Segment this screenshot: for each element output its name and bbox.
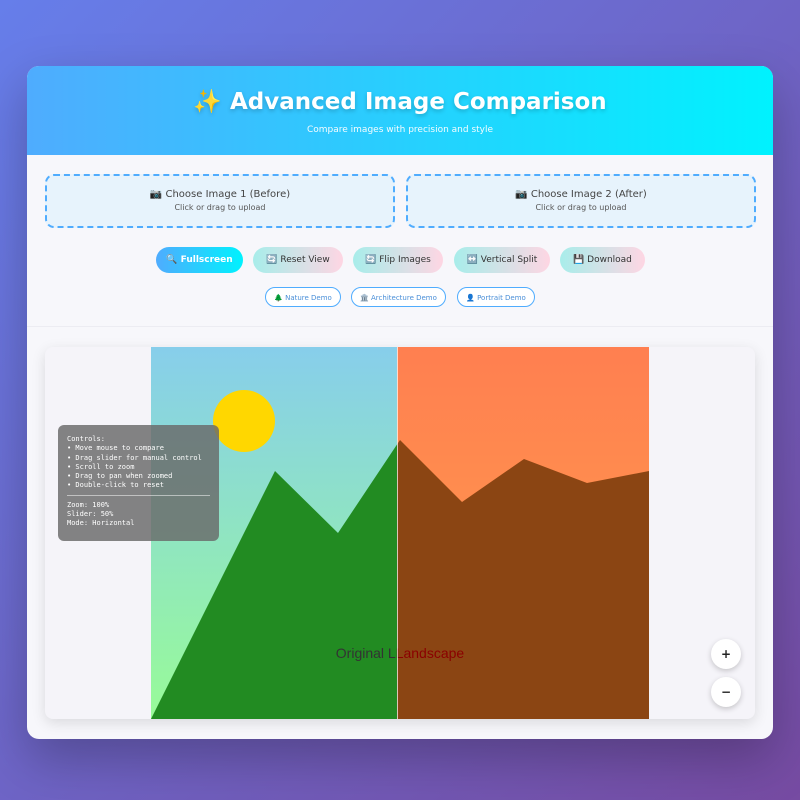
controls-item: • Drag slider for manual control — [67, 453, 202, 462]
controls-item: • Double-click to reset — [67, 481, 164, 490]
upload-image-1-label: 📷 Choose Image 1 (Before) — [149, 189, 291, 200]
upload-image-2-label: 📷 Choose Image 2 (After) — [515, 189, 647, 200]
image-label: Original LLandscape — [151, 645, 649, 661]
slider-status: Slider: 50% — [67, 510, 114, 519]
comparison-image — [151, 347, 649, 719]
upload-image-2[interactable]: 📷 Choose Image 2 (After) Click or drag t… — [406, 174, 756, 228]
app-card: ✨ Advanced Image Comparison Compare imag… — [27, 66, 773, 739]
header: ✨ Advanced Image Comparison Compare imag… — [27, 66, 773, 155]
mode-status: Mode: Horizontal — [67, 519, 135, 528]
portrait-demo-button[interactable]: 👤 Portrait Demo — [457, 287, 535, 307]
upload-image-1-hint: Click or drag to upload — [174, 203, 266, 212]
download-button[interactable]: 💾 Download — [560, 247, 645, 273]
page-title: ✨ Advanced Image Comparison — [193, 89, 607, 115]
controls-divider — [67, 494, 210, 496]
zoom-status: Zoom: 100% — [67, 500, 110, 509]
flip-images-button[interactable]: 🔄 Flip Images — [353, 247, 443, 273]
controls-heading: Controls: — [67, 435, 105, 443]
nature-demo-button[interactable]: 🌲 Nature Demo — [265, 287, 341, 307]
comparison-stage[interactable]: Original LLandscape — [151, 347, 649, 719]
zoom-out-button[interactable]: − — [711, 677, 741, 707]
controls-panel: Controls: • Move mouse to compare • Drag… — [58, 425, 219, 541]
zoom-in-button[interactable]: + — [711, 639, 741, 669]
toolbar: 🔍 Fullscreen 🔄 Reset View 🔄 Flip Images … — [27, 247, 773, 273]
upload-image-1[interactable]: 📷 Choose Image 1 (Before) Click or drag … — [45, 174, 395, 228]
comparison-slider[interactable] — [397, 347, 398, 719]
upload-area: 📷 Choose Image 1 (Before) Click or drag … — [45, 174, 756, 228]
after-label: Landscape — [395, 645, 465, 661]
vertical-split-button[interactable]: ↔️ Vertical Split — [454, 247, 550, 273]
controls-item: • Scroll to zoom — [67, 462, 135, 471]
fullscreen-button[interactable]: 🔍 Fullscreen — [156, 247, 243, 273]
divider — [27, 326, 773, 327]
demo-buttons: 🌲 Nature Demo 🏛️ Architecture Demo 👤 Por… — [27, 287, 773, 309]
before-label: Original L — [335, 645, 396, 661]
sun-shape — [213, 390, 275, 452]
reset-view-button[interactable]: 🔄 Reset View — [253, 247, 343, 273]
architecture-demo-button[interactable]: 🏛️ Architecture Demo — [351, 287, 446, 307]
page-subtitle: Compare images with precision and style — [306, 125, 494, 135]
controls-item: • Move mouse to compare — [67, 444, 164, 453]
controls-item: • Drag to pan when zoomed — [67, 472, 173, 481]
upload-image-2-hint: Click or drag to upload — [535, 203, 627, 212]
